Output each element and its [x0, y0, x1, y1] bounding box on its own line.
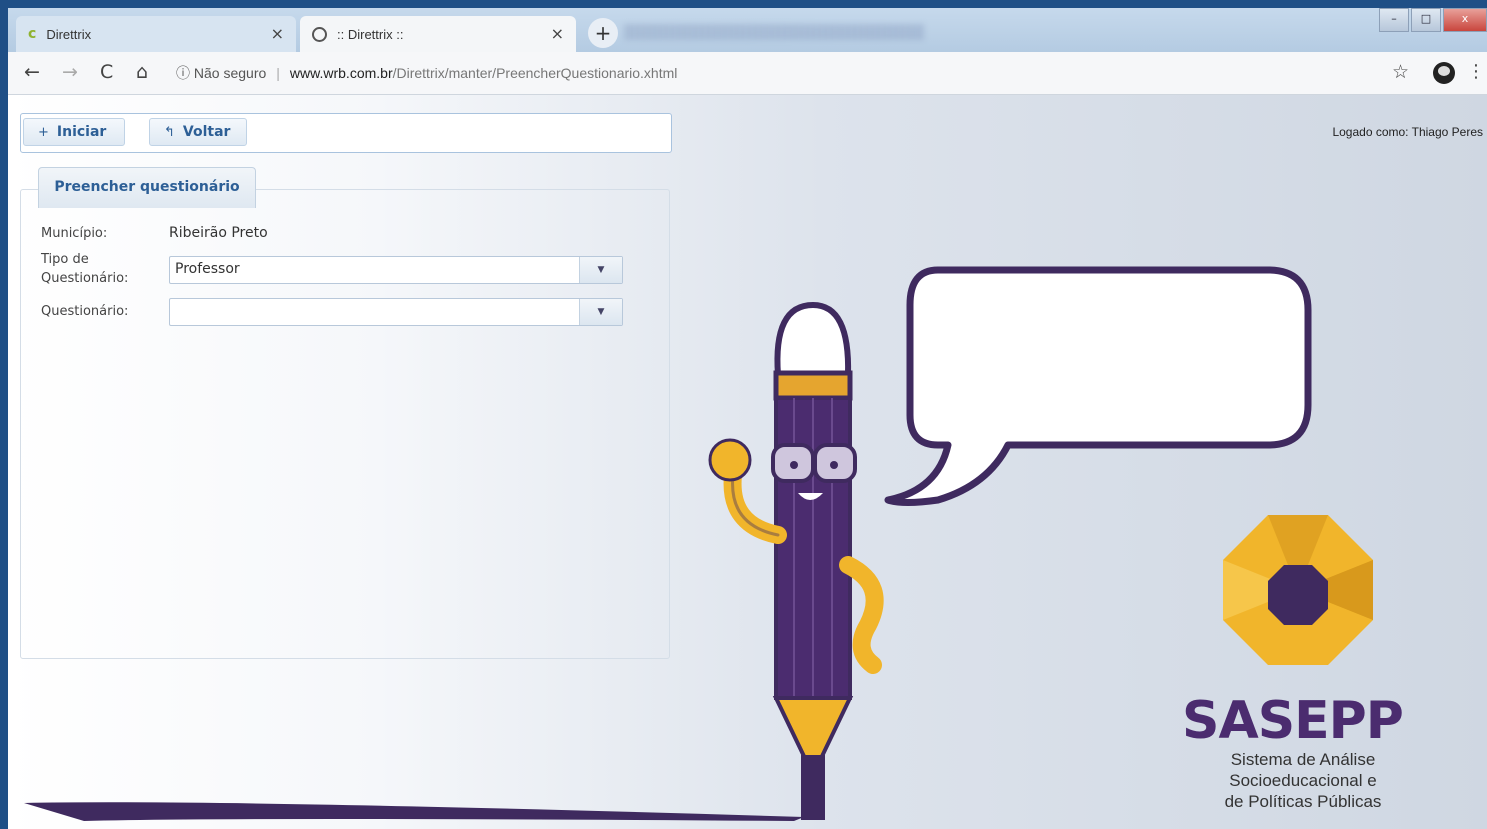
panel-title[interactable]: Preencher questionário: [38, 167, 256, 208]
new-tab-button[interactable]: +: [588, 18, 618, 48]
questionario-select[interactable]: ▼: [169, 298, 623, 326]
reload-icon[interactable]: C: [100, 61, 113, 83]
sasepp-logo-icon: [1223, 515, 1373, 665]
minimize-icon[interactable]: –: [1379, 8, 1409, 32]
brand-name: SASEPP: [1182, 691, 1404, 751]
address-bar: ← → C ⌂ ⓘ Não seguro | www.wrb.com.br /D…: [8, 52, 1487, 95]
tipo-questionario-select[interactable]: Professor ▼: [169, 256, 623, 284]
chevron-down-icon[interactable]: ▼: [579, 299, 622, 325]
globe-icon: [312, 26, 327, 42]
close-window-icon[interactable]: x: [1443, 8, 1487, 32]
voltar-button[interactable]: ↰ Voltar: [149, 118, 247, 146]
url-field[interactable]: ⓘ Não seguro | www.wrb.com.br /Direttrix…: [176, 58, 1386, 88]
blurred-tab: [624, 24, 924, 40]
window-controls: – □ x: [1377, 8, 1487, 32]
decorative-swoosh: [24, 802, 804, 821]
back-icon[interactable]: ←: [24, 61, 40, 83]
iniciar-button[interactable]: + Iniciar: [23, 118, 125, 146]
tipo-label-line2: Questionário:: [41, 271, 129, 286]
tab-direttrix[interactable]: c Direttrix ×: [16, 16, 296, 52]
tab-favicon-icon: c: [28, 26, 37, 42]
profile-avatar[interactable]: [1433, 62, 1455, 84]
forward-icon[interactable]: →: [62, 61, 78, 83]
logged-user: Logado como: Thiago Peres: [1332, 125, 1483, 139]
brand-tagline-3: de Políticas Públicas: [1224, 792, 1382, 811]
voltar-label: Voltar: [182, 124, 231, 140]
browser-window: c Direttrix × :: Direttrix :: × + – □ x …: [8, 8, 1487, 829]
action-toolbar: + Iniciar ↰ Voltar: [20, 113, 672, 153]
browser-menu-icon[interactable]: ⋮: [1467, 61, 1485, 82]
tab-title: Direttrix: [46, 26, 92, 42]
tab-direttrix-active[interactable]: :: Direttrix :: ×: [300, 16, 576, 52]
municipio-label: Município:: [41, 226, 108, 241]
tab-close-icon[interactable]: ×: [271, 24, 284, 43]
tab-close-icon[interactable]: ×: [551, 24, 564, 43]
brand-tagline-2: Socioeducacional e: [1229, 771, 1377, 790]
tipo-label-line1: Tipo de: [41, 252, 89, 267]
municipio-value: Ribeirão Preto: [169, 225, 268, 241]
speech-bubble: [884, 266, 1312, 506]
plus-icon: +: [38, 124, 49, 140]
back-arrow-icon: ↰: [164, 124, 175, 140]
bookmark-star-icon[interactable]: ☆: [1392, 61, 1409, 83]
tab-title: :: Direttrix ::: [337, 26, 404, 42]
tab-strip: c Direttrix × :: Direttrix :: × + – □ x: [8, 8, 1487, 52]
home-icon[interactable]: ⌂: [136, 61, 148, 83]
tipo-select-value: Professor: [175, 261, 240, 277]
page-content: + Iniciar ↰ Voltar Logado como: Thiago P…: [8, 95, 1487, 829]
chevron-down-icon[interactable]: ▼: [579, 257, 622, 283]
security-indicator[interactable]: ⓘ Não seguro: [176, 63, 266, 83]
url-host: www.wrb.com.br: [289, 65, 393, 81]
url-path: /Direttrix/manter/PreencherQuestionario.…: [392, 65, 678, 81]
questionario-label: Questionário:: [41, 304, 129, 319]
iniciar-label: Iniciar: [56, 124, 107, 140]
url-separator: |: [276, 65, 280, 81]
brand-tagline-1: Sistema de Análise: [1230, 750, 1376, 769]
maximize-icon[interactable]: □: [1411, 8, 1441, 32]
